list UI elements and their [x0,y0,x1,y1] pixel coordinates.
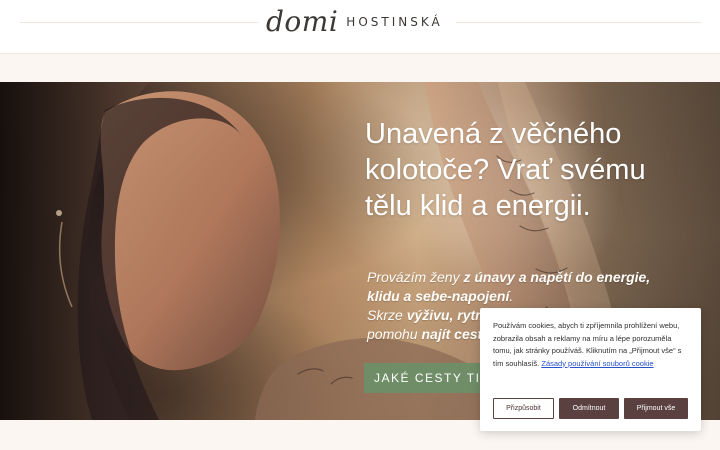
site-header: domi HOSTINSKÁ [0,0,720,54]
logo-script-text: domi [266,5,339,38]
hero-subtext-line-2-bold: klidu a sebe-napojení [367,288,510,304]
cookie-consent-banner: Používám cookies, abych ti zpříjemnila p… [480,308,701,431]
hero-headline: Unavená z věčného kolotoče? Vrať svému t… [365,118,646,222]
hero-subtext-line-3-prefix: Skrze [367,307,407,323]
hero-subtext-line-4-prefix: pomohu [367,326,422,342]
hero-subtext-line-1: Provázím ženy z únavy a napětí do energi… [367,268,657,287]
site-logo[interactable]: domi HOSTINSKÁ [266,5,454,39]
cookie-reject-button[interactable]: Odmítnout [559,398,619,419]
hero-subtext-line-2-suffix: . [509,288,514,304]
cookie-message: Používám cookies, abych ti zpříjemnila p… [493,320,690,370]
logo-name-text: HOSTINSKÁ [346,15,443,29]
header-divider-left [20,22,258,23]
cookie-actions: Přizpůsobit Odmítnout Přijmout vše [493,398,688,419]
cookie-customize-button[interactable]: Přizpůsobit [493,398,554,419]
cookie-accept-button[interactable]: Přijmout vše [624,398,688,419]
cookie-policy-link[interactable]: Zásady používání souborů cookie [541,359,653,368]
hero-subtext-line-2: klidu a sebe-napojení. [367,287,657,306]
header-divider-right [456,22,702,23]
hero-subtext-line-1-bold: z únavy a napětí do energie, [463,269,651,285]
hero-subtext-line-1-prefix: Provázím ženy [367,269,464,285]
